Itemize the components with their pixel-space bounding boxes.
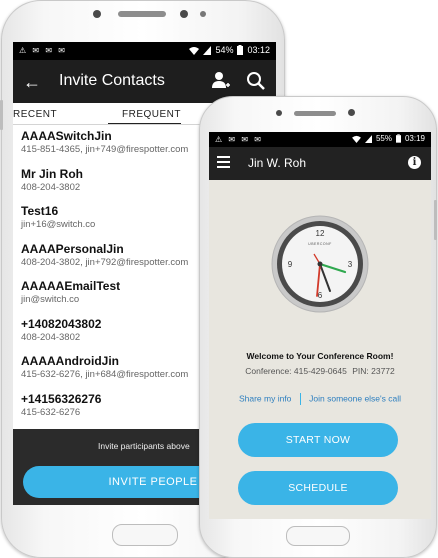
- clock-numeral-9: 9: [288, 260, 293, 269]
- search-icon[interactable]: [246, 71, 266, 91]
- battery-icon: [237, 45, 244, 55]
- welcome-heading: Welcome to Your Conference Room!: [246, 351, 394, 361]
- battery-percent: 55%: [375, 134, 392, 143]
- front-phone-sensor: [276, 110, 282, 116]
- page-title: Jin W. Roh: [248, 156, 307, 170]
- wall-clock-illustration: 12 3 6 9 UBERCONF: [271, 215, 369, 313]
- notification-icons: ⚠ ✉ ✉ ✉: [19, 46, 67, 55]
- conference-number: Conference: 415-429-0645: [245, 366, 347, 376]
- front-phone-camera: [348, 109, 355, 116]
- status-bar: ⚠ ✉ ✉ ✉ 55% 03:19: [209, 132, 431, 147]
- back-phone-home-button: [112, 524, 178, 546]
- signal-icon: [203, 45, 212, 55]
- back-phone-speaker: [118, 11, 166, 17]
- wifi-icon: [352, 135, 361, 143]
- clock-time: 03:19: [404, 134, 425, 143]
- battery-icon: [395, 134, 401, 143]
- join-call-link[interactable]: Join someone else's call: [309, 393, 401, 403]
- clock-numeral-3: 3: [348, 260, 353, 269]
- notification-icons: ⚠ ✉ ✉ ✉: [215, 135, 263, 144]
- arrow-left-icon[interactable]: ←: [23, 72, 41, 93]
- front-screen: ⚠ ✉ ✉ ✉ 55% 03:19 Jin W. Roh i 12 3 6 9 …: [209, 132, 431, 519]
- clock-brand: UBERCONF: [308, 242, 332, 246]
- link-divider: [299, 393, 301, 405]
- status-bar: ⚠ ✉ ✉ ✉ 54% 03:12: [13, 42, 276, 60]
- front-phone-side-button: [434, 200, 437, 240]
- clock-time: 03:12: [247, 45, 270, 55]
- back-phone-sensor: [93, 10, 101, 18]
- add-person-icon[interactable]: [212, 71, 230, 91]
- start-now-button[interactable]: START NOW: [238, 423, 398, 457]
- clock-numeral-12: 12: [316, 229, 325, 238]
- tab-frequent[interactable]: FREQUENT: [122, 109, 181, 120]
- info-icon[interactable]: i: [408, 156, 421, 169]
- invite-hint: Invite participants above: [98, 441, 190, 451]
- battery-percent: 54%: [215, 45, 234, 55]
- front-phone-home-button: [286, 526, 350, 546]
- app-bar: Jin W. Roh i: [209, 147, 431, 180]
- back-phone-sensor-2: [200, 11, 206, 17]
- conference-pin: PIN: 23772: [352, 366, 395, 376]
- front-phone-speaker: [294, 111, 336, 116]
- back-phone-side-button: [0, 100, 3, 130]
- conference-info: Conference: 415-429-0645 PIN: 23772: [209, 366, 431, 376]
- clock-numeral-6: 6: [318, 291, 323, 300]
- wifi-icon: [189, 46, 200, 55]
- share-info-link[interactable]: Share my info: [239, 393, 291, 403]
- menu-icon[interactable]: [217, 156, 230, 171]
- back-phone-camera: [180, 10, 188, 18]
- tab-recent[interactable]: RECENT: [13, 109, 57, 120]
- schedule-button[interactable]: SCHEDULE: [238, 471, 398, 505]
- links-row: Share my info Join someone else's call: [209, 393, 431, 405]
- page-title: Invite Contacts: [59, 72, 165, 89]
- signal-icon: [364, 134, 372, 143]
